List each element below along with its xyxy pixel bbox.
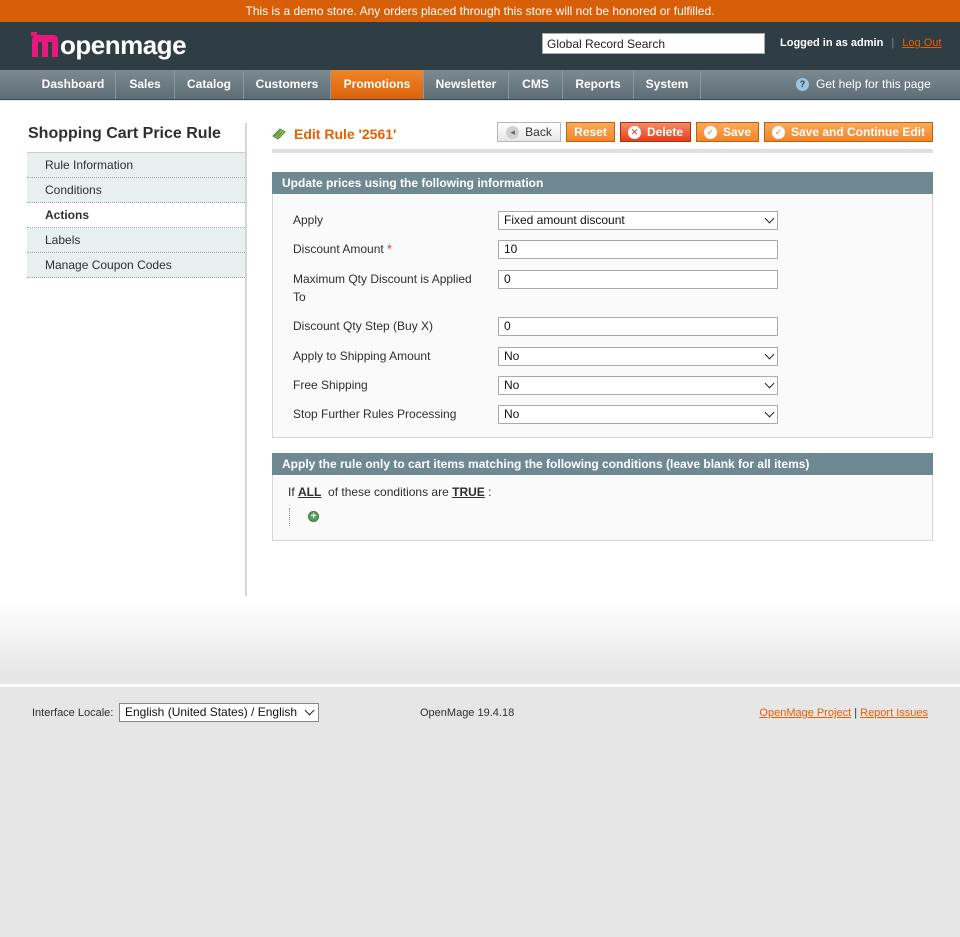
apply-shipping-select[interactable]: No: [498, 347, 778, 366]
chevron-down-icon: [764, 407, 775, 418]
save-check-icon: ✓: [703, 125, 717, 139]
value-toggle[interactable]: TRUE: [452, 485, 485, 499]
footer-link-separator: |: [854, 707, 858, 719]
rule-content: Edit Rule '2561' ◂ Back Reset ✕ Delete ✓…: [272, 122, 933, 541]
tab-rule-information[interactable]: Rule Information: [27, 153, 245, 178]
user-info: Logged in as admin | Log Out: [780, 37, 941, 49]
apply-select-value: Fixed amount discount: [504, 213, 625, 227]
conditions-section-heading: Apply the rule only to cart items matchi…: [272, 453, 933, 475]
free-shipping-label: Free Shipping: [293, 378, 368, 392]
reset-button[interactable]: Reset: [566, 122, 615, 142]
back-button[interactable]: ◂ Back: [497, 122, 561, 142]
delete-icon: ✕: [627, 125, 641, 139]
tab-conditions[interactable]: Conditions: [27, 178, 245, 203]
nav-item-sales[interactable]: Sales: [116, 70, 175, 99]
discount-amount-label: Discount Amount *: [293, 240, 392, 258]
conditions-colon: :: [488, 485, 492, 499]
nav-item-customers[interactable]: Customers: [244, 70, 331, 99]
stop-rules-select[interactable]: No: [498, 405, 778, 424]
nav-item-promotions[interactable]: Promotions: [331, 70, 424, 99]
back-arrow-icon: ◂: [506, 125, 520, 139]
footer-links: OpenMage Project | Report Issues: [759, 707, 928, 719]
qty-step-input[interactable]: 0: [498, 317, 778, 336]
help-link[interactable]: ? Get help for this page: [796, 70, 931, 99]
apply-select[interactable]: Fixed amount discount: [498, 211, 778, 230]
page-title: Edit Rule '2561': [272, 126, 396, 142]
locale-label: Interface Locale:: [32, 707, 114, 719]
content-header: Edit Rule '2561' ◂ Back Reset ✕ Delete ✓…: [272, 122, 933, 153]
actions-section-heading: Update prices using the following inform…: [272, 172, 933, 194]
save-continue-check-icon: ✓: [771, 125, 785, 139]
apply-shipping-label: Apply to Shipping Amount: [293, 349, 431, 363]
sidebar-title: Shopping Cart Price Rule: [28, 125, 221, 142]
save-and-continue-button[interactable]: ✓ Save and Continue Edit: [764, 122, 933, 142]
openmage-logo[interactable]: openmage: [31, 30, 187, 60]
demo-store-notice: This is a demo store. Any orders placed …: [0, 0, 960, 22]
footer: Interface Locale: English (United States…: [0, 684, 960, 937]
global-search-input[interactable]: [542, 33, 765, 54]
admin-header: openmage Logged in as admin | Log Out: [0, 22, 960, 70]
page-title-text: Edit Rule '2561': [294, 126, 397, 142]
save-continue-label: Save and Continue Edit: [790, 125, 925, 139]
nav-item-system[interactable]: System: [634, 70, 701, 99]
logout-link[interactable]: Log Out: [902, 37, 941, 49]
logged-in-label: Logged in as admin: [780, 37, 884, 49]
nav-item-catalog[interactable]: Catalog: [175, 70, 244, 99]
logo-text: openmage: [60, 30, 187, 60]
aggregator-toggle[interactable]: ALL: [298, 485, 321, 499]
nav-item-cms[interactable]: CMS: [509, 70, 563, 99]
chevron-down-icon: [304, 705, 315, 716]
locale-select[interactable]: English (United States) / English: [119, 703, 319, 722]
logo-mark-icon: [31, 32, 58, 57]
conditions-fieldset: If ALL of these conditions are TRUE : +: [272, 475, 933, 541]
back-button-label: Back: [525, 125, 552, 139]
help-label: Get help for this page: [816, 77, 931, 91]
discount-amount-label-text: Discount Amount: [293, 242, 384, 256]
header-separator: |: [891, 37, 895, 49]
free-shipping-select[interactable]: No: [498, 376, 778, 395]
sidebar-tabs: Rule Information Conditions Actions Labe…: [27, 152, 245, 278]
apply-label: Apply: [293, 213, 324, 227]
max-qty-label: Maximum Qty Discount is Applied To: [293, 272, 472, 304]
edit-rule-icon: [272, 128, 286, 140]
report-issues-link[interactable]: Report Issues: [860, 707, 928, 719]
delete-button[interactable]: ✕ Delete: [620, 122, 691, 142]
locale-value: English (United States) / English: [125, 705, 298, 719]
nav-item-newsletter[interactable]: Newsletter: [424, 70, 509, 99]
chevron-down-icon: [764, 349, 775, 360]
qty-step-label: Discount Qty Step (Buy X): [293, 319, 434, 333]
tab-manage-coupon-codes[interactable]: Manage Coupon Codes: [27, 253, 245, 278]
add-condition-icon[interactable]: +: [308, 511, 319, 522]
conditions-tree-line: [289, 508, 290, 526]
chevron-down-icon: [764, 213, 775, 224]
stop-rules-value: No: [504, 407, 520, 421]
main-nav: Dashboard Sales Catalog Customers Promot…: [0, 70, 960, 100]
help-icon: ?: [796, 78, 809, 91]
actions-fieldset: Apply Fixed amount discount Discount Amo…: [272, 194, 933, 438]
content-fade: [0, 600, 960, 677]
conditions-rule-line: If ALL of these conditions are TRUE :: [288, 485, 491, 499]
main-content-area: Shopping Cart Price Rule Rule Informatio…: [0, 101, 960, 601]
chevron-down-icon: [764, 378, 775, 389]
tab-labels[interactable]: Labels: [27, 228, 245, 253]
save-button-label: Save: [722, 125, 752, 139]
if-text: If: [288, 485, 295, 499]
save-button[interactable]: ✓ Save: [696, 122, 759, 142]
openmage-project-link[interactable]: OpenMage Project: [759, 707, 851, 719]
free-shipping-value: No: [504, 378, 520, 392]
conditions-middle-text: of these conditions are: [328, 485, 449, 499]
stop-rules-label: Stop Further Rules Processing: [293, 407, 457, 421]
delete-button-label: Delete: [646, 125, 684, 139]
required-asterisk: *: [387, 242, 392, 256]
version-text: OpenMage 19.4.18: [420, 707, 515, 719]
nav-item-dashboard[interactable]: Dashboard: [31, 70, 116, 99]
max-qty-input[interactable]: 0: [498, 270, 778, 289]
nav-item-reports[interactable]: Reports: [563, 70, 634, 99]
apply-shipping-value: No: [504, 349, 520, 363]
sidebar: Shopping Cart Price Rule Rule Informatio…: [27, 123, 247, 596]
tab-actions[interactable]: Actions: [27, 203, 245, 228]
discount-amount-input[interactable]: 10: [498, 240, 778, 259]
